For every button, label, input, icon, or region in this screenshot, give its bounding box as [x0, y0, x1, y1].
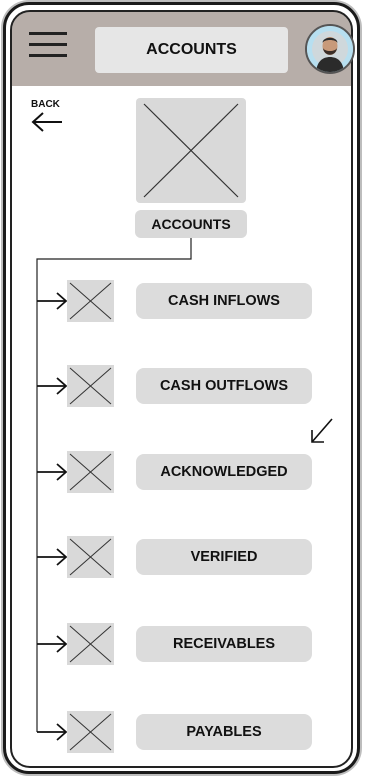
item-image-placeholder: [67, 623, 114, 665]
avatar[interactable]: [305, 24, 355, 74]
item-button[interactable]: VERIFIED: [136, 539, 312, 575]
page-title: ACCOUNTS: [95, 27, 288, 73]
arrow-right-icon: [37, 635, 68, 653]
item-image-placeholder: [67, 536, 114, 578]
item-button[interactable]: CASH INFLOWS: [136, 283, 312, 319]
item-button[interactable]: ACKNOWLEDGED: [136, 454, 312, 490]
arrow-right-icon: [37, 548, 68, 566]
item-image-placeholder: [67, 280, 114, 322]
item-image-placeholder: [67, 711, 114, 753]
item-button[interactable]: PAYABLES: [136, 714, 312, 750]
image-placeholder-icon: [69, 282, 112, 320]
image-placeholder-icon: [69, 453, 112, 491]
image-placeholder-icon: [69, 625, 112, 663]
hamburger-icon[interactable]: [29, 30, 67, 60]
image-placeholder-icon: [69, 538, 112, 576]
image-placeholder-icon: [69, 367, 112, 405]
item-image-placeholder: [67, 451, 114, 493]
arrow-right-icon: [37, 463, 68, 481]
image-placeholder-icon: [69, 713, 112, 751]
item-button[interactable]: CASH OUTFLOWS: [136, 368, 312, 404]
arrow-down-left-icon: [311, 418, 333, 443]
accounts-label: ACCOUNTS: [135, 210, 247, 238]
arrow-right-icon: [37, 377, 68, 395]
item-image-placeholder: [67, 365, 114, 407]
arrow-right-icon: [37, 292, 68, 310]
back-label: BACK: [31, 99, 60, 110]
user-avatar-icon: [307, 26, 353, 72]
item-button[interactable]: RECEIVABLES: [136, 626, 312, 662]
accounts-image-placeholder: [136, 98, 246, 203]
image-placeholder-icon: [143, 103, 239, 198]
arrow-right-icon: [37, 723, 68, 741]
arrow-left-icon: [31, 112, 62, 132]
back-button[interactable]: BACK: [31, 99, 67, 139]
